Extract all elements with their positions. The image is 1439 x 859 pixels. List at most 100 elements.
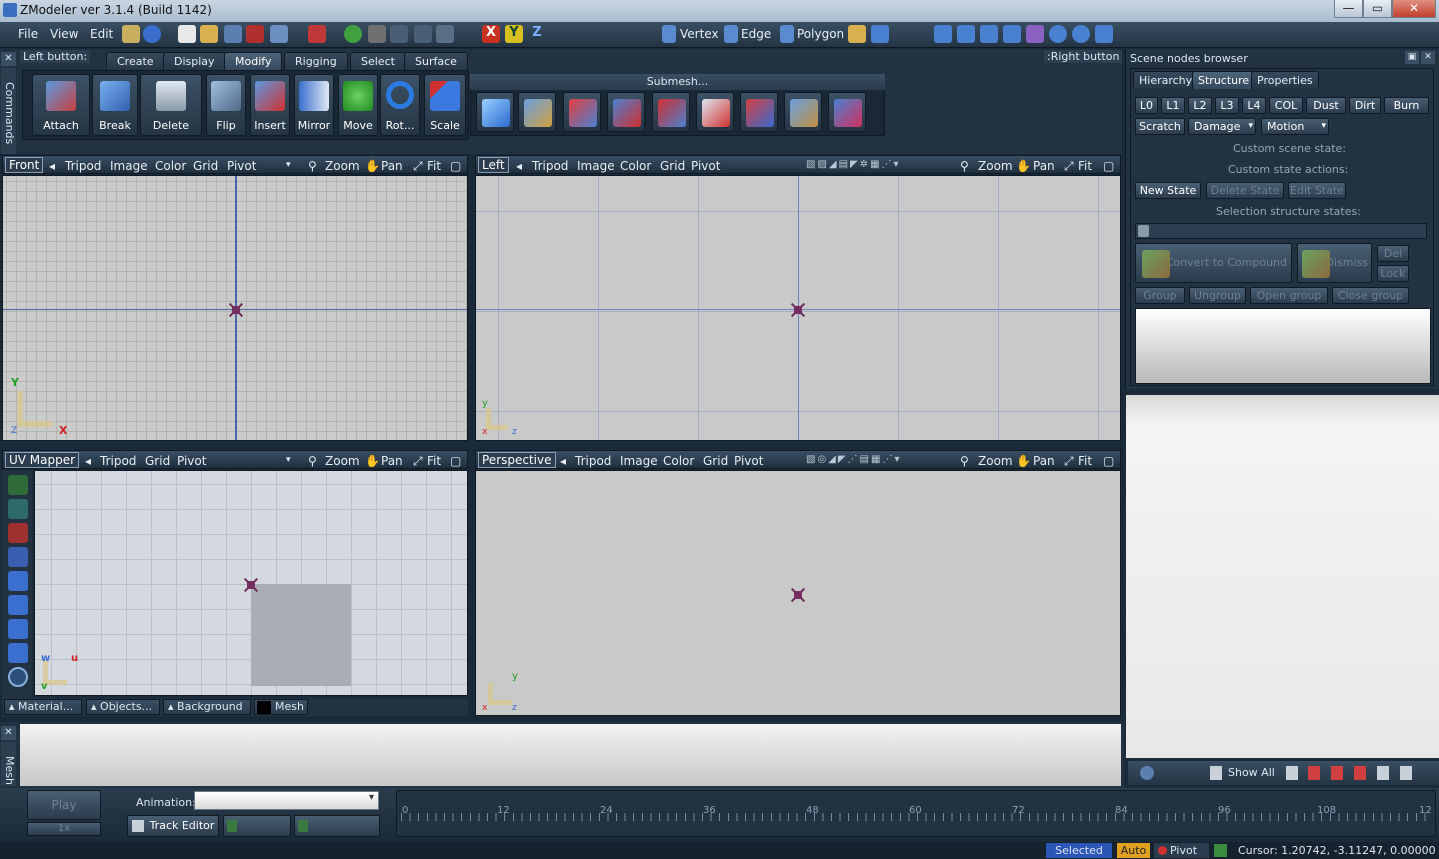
- left-viewport[interactable]: y x z: [475, 175, 1121, 441]
- flip-button[interactable]: Flip: [206, 74, 246, 136]
- snap-icon[interactable]: [1214, 844, 1227, 857]
- tab-modify[interactable]: Modify: [224, 52, 283, 70]
- persp-fit[interactable]: Fit: [1078, 454, 1092, 468]
- object-mode-icon[interactable]: [848, 25, 866, 43]
- uv-zoom[interactable]: Zoom: [325, 454, 360, 468]
- left-zoom-icon[interactable]: ⚲: [960, 159, 969, 173]
- menu-edit[interactable]: Edit: [90, 27, 113, 41]
- persp-display-mode-icons[interactable]: ▧◎◢◤⋰▤▦⋰▾: [806, 454, 901, 465]
- submesh-tool-1[interactable]: [476, 92, 514, 132]
- track-editor-button[interactable]: Track Editor: [127, 815, 219, 837]
- status-pivot[interactable]: Pivot: [1154, 843, 1209, 858]
- scene-list-tool-1-icon[interactable]: [1286, 766, 1298, 780]
- uv-dropdown-icon[interactable]: ▾: [286, 455, 291, 465]
- clear-history-icon[interactable]: [436, 25, 454, 43]
- uv-tool-6-icon[interactable]: [8, 595, 28, 615]
- render-icon[interactable]: [344, 25, 362, 43]
- new-file-icon[interactable]: [178, 25, 196, 43]
- left-pivot[interactable]: Pivot: [691, 159, 720, 173]
- break-button[interactable]: Break: [92, 74, 138, 136]
- help-icon[interactable]: [143, 25, 161, 43]
- uv-tool-4-icon[interactable]: [8, 547, 28, 567]
- move-button[interactable]: Move: [338, 74, 378, 136]
- front-pan-icon[interactable]: ✋: [365, 159, 380, 173]
- perspective-viewport-name[interactable]: Perspective: [478, 452, 556, 468]
- open-group-button[interactable]: Open group: [1250, 287, 1328, 304]
- level-l1-button[interactable]: L1: [1161, 97, 1185, 114]
- close-group-button[interactable]: Close group: [1332, 287, 1409, 304]
- uv-tool-5-icon[interactable]: [8, 571, 28, 591]
- console-area[interactable]: [20, 724, 1121, 786]
- front-image[interactable]: Image: [110, 159, 148, 173]
- submesh-tool-2[interactable]: [518, 92, 556, 132]
- close-commands-icon[interactable]: ✕: [1, 52, 16, 66]
- submesh-tool-9[interactable]: [828, 92, 866, 132]
- uv-pan-icon[interactable]: ✋: [365, 454, 380, 468]
- level-l3-button[interactable]: L3: [1215, 97, 1239, 114]
- submesh-tool-7[interactable]: [740, 92, 778, 132]
- dismiss-button[interactable]: Dismiss: [1297, 243, 1372, 283]
- front-fit[interactable]: Fit: [427, 159, 441, 173]
- perspective-viewport[interactable]: y x z: [475, 470, 1121, 716]
- tab-rigging[interactable]: Rigging: [284, 52, 348, 70]
- tab-create[interactable]: Create: [106, 52, 165, 70]
- uv-pivot[interactable]: Pivot: [177, 454, 206, 468]
- scene-pin-icon[interactable]: ▣: [1405, 51, 1419, 64]
- anim-keys-button[interactable]: [294, 815, 380, 837]
- play-button[interactable]: Play: [27, 790, 101, 820]
- new-state-button[interactable]: New State: [1135, 182, 1201, 199]
- open-file-icon[interactable]: [200, 25, 218, 43]
- tab-select[interactable]: Select: [350, 52, 406, 70]
- uv-grid[interactable]: Grid: [145, 454, 170, 468]
- left-grid[interactable]: Grid: [660, 159, 685, 173]
- minimize-button[interactable]: —: [1334, 0, 1363, 18]
- uv-pan[interactable]: Pan: [381, 454, 403, 468]
- motion-dropdown[interactable]: Motion ▾: [1261, 118, 1329, 135]
- mirror-button[interactable]: Mirror: [294, 74, 334, 136]
- front-tripod[interactable]: Tripod: [65, 159, 101, 173]
- uv-tool-8-icon[interactable]: [8, 643, 28, 663]
- delete-file-icon[interactable]: [246, 25, 264, 43]
- persp-image[interactable]: Image: [620, 454, 658, 468]
- level-l0-button[interactable]: L0: [1135, 97, 1158, 114]
- front-dropdown-icon[interactable]: ▾: [286, 160, 291, 170]
- tab-hierarchy[interactable]: Hierarchy: [1133, 71, 1199, 89]
- front-fit-icon[interactable]: ⤢: [413, 159, 423, 174]
- level-dust-button[interactable]: Dust: [1306, 97, 1346, 114]
- convert-to-compound-button[interactable]: Convert to Compound: [1135, 243, 1292, 283]
- persp-pan-icon[interactable]: ✋: [1016, 454, 1031, 468]
- submesh-tool-4[interactable]: [607, 92, 645, 132]
- tab-display[interactable]: Display: [163, 52, 226, 70]
- uv-back-arrow-icon[interactable]: ◂: [85, 454, 91, 468]
- front-maximize-icon[interactable]: ▢: [450, 159, 461, 173]
- polygon-mode-button[interactable]: Polygon: [797, 27, 844, 41]
- undo-icon[interactable]: [390, 25, 408, 43]
- selection-states-field[interactable]: [1135, 223, 1427, 239]
- anim-key-button[interactable]: [223, 815, 291, 837]
- left-fit-icon[interactable]: ⤢: [1064, 159, 1074, 174]
- left-tripod[interactable]: Tripod: [532, 159, 568, 173]
- uv-tool-1-icon[interactable]: [8, 475, 28, 495]
- animation-select[interactable]: ▾: [194, 791, 379, 810]
- axis-y-toggle[interactable]: Y: [505, 25, 523, 43]
- grid-icon[interactable]: [368, 25, 386, 43]
- left-pan[interactable]: Pan: [1033, 159, 1055, 173]
- uv-fit-icon[interactable]: ⤢: [413, 454, 423, 469]
- tab-structure[interactable]: Structure: [1192, 71, 1256, 89]
- create-box-icon[interactable]: [980, 25, 998, 43]
- uv-tool-7-icon[interactable]: [8, 619, 28, 639]
- left-image[interactable]: Image: [577, 159, 615, 173]
- delete-button[interactable]: Delete: [140, 74, 202, 136]
- uv-maximize-icon[interactable]: ▢: [450, 454, 461, 468]
- persp-maximize-icon[interactable]: ▢: [1103, 454, 1114, 468]
- scene-preview[interactable]: [1135, 308, 1431, 384]
- uv-tool-9-icon[interactable]: [8, 667, 28, 687]
- uv-tool-2-icon[interactable]: [8, 499, 28, 519]
- front-zoom[interactable]: Zoom: [325, 159, 360, 173]
- uv-tripod[interactable]: Tripod: [100, 454, 136, 468]
- left-zoom[interactable]: Zoom: [978, 159, 1013, 173]
- create-tube-icon[interactable]: [1026, 25, 1044, 43]
- create-cylinder-icon[interactable]: [1003, 25, 1021, 43]
- scale-button[interactable]: Scale: [424, 74, 466, 136]
- create-torus-icon[interactable]: [1072, 25, 1090, 43]
